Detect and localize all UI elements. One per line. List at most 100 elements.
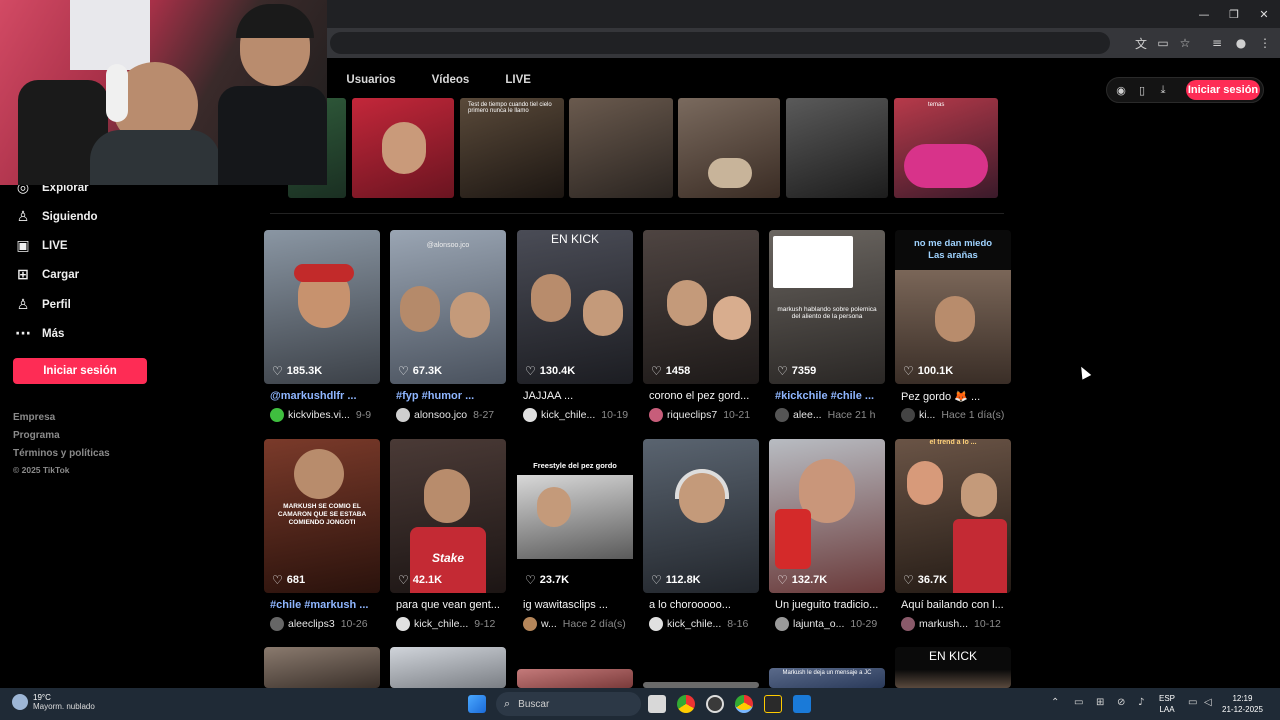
header-login-button[interactable]: Iniciar sesión <box>1186 80 1260 100</box>
restore-icon[interactable]: ❐ <box>1218 0 1250 28</box>
obs-icon[interactable] <box>706 695 724 713</box>
strip-video-thumb[interactable] <box>678 98 780 198</box>
avatar[interactable] <box>775 408 789 422</box>
video-description[interactable]: Un jueguito tradicio... <box>775 599 887 611</box>
minimize-icon[interactable]: — <box>1188 0 1220 28</box>
browser-menu-icon[interactable]: ⋮ <box>1256 34 1274 52</box>
strip-video-thumb[interactable] <box>352 98 454 198</box>
download-icon[interactable]: ⤓ <box>1155 82 1171 98</box>
avatar[interactable] <box>396 617 410 631</box>
video-thumbnail[interactable]: EN KICK <box>517 230 633 384</box>
video-description[interactable]: @markushdlfr ... <box>270 390 382 402</box>
video-thumbnail[interactable] <box>643 439 759 593</box>
username[interactable]: kick_chile... <box>541 409 595 421</box>
username[interactable]: alonsoo.jco <box>414 409 467 421</box>
username[interactable]: w... <box>541 618 557 630</box>
video-thumbnail[interactable]: Markush le deja un mensaje a JC <box>769 668 885 688</box>
profile-avatar-icon[interactable]: ● <box>1232 34 1250 52</box>
username[interactable]: alee... <box>793 409 822 421</box>
video-description[interactable]: para que vean gent... <box>396 599 508 611</box>
avatar[interactable] <box>649 408 663 422</box>
sidebar-login-button[interactable]: Iniciar sesión <box>13 358 147 384</box>
translate-icon[interactable]: 文 <box>1132 34 1150 52</box>
video-thumbnail[interactable]: MARKUSH SE COMIO EL CAMARON QUE SE ESTAB… <box>264 439 380 593</box>
volume-icon[interactable]: ◁ <box>1204 697 1212 708</box>
strip-video-thumb[interactable]: temas <box>894 98 998 198</box>
tab-videos[interactable]: Vídeos <box>432 74 470 96</box>
bookmark-star-icon[interactable]: ☆ <box>1176 34 1194 52</box>
video-thumbnail[interactable] <box>390 647 506 688</box>
video-description[interactable]: Aquí bailando con l... <box>901 599 1013 611</box>
username[interactable]: lajunta_o... <box>793 618 844 630</box>
username[interactable]: kick_chile... <box>414 618 468 630</box>
close-icon[interactable]: ✕ <box>1248 0 1280 28</box>
username[interactable]: ki... <box>919 409 935 421</box>
video-description[interactable]: JAJJAA ... <box>523 390 635 402</box>
chrome-active-icon[interactable] <box>735 695 753 713</box>
video-thumbnail[interactable]: el trend a lo ... <box>895 439 1011 593</box>
video-thumbnail[interactable] <box>517 669 633 688</box>
username[interactable]: aleeclips3 <box>288 618 335 630</box>
video-thumbnail[interactable] <box>264 647 380 688</box>
task-view-icon[interactable] <box>648 695 666 713</box>
video-description[interactable]: #chile #markush ... <box>270 599 382 611</box>
avatar[interactable] <box>649 617 663 631</box>
sidebar-item-more[interactable]: ··· Más <box>12 324 64 344</box>
taskbar-search[interactable]: ⌕ Buscar <box>496 692 641 716</box>
video-description[interactable]: #fyp #humor ... <box>396 390 508 402</box>
video-description[interactable]: corono el pez gord... <box>649 390 761 402</box>
sidebar-item-upload[interactable]: ⊞ Cargar <box>12 265 79 285</box>
video-thumbnail[interactable]: @alonsoo.jco <box>390 230 506 384</box>
weather-widget[interactable]: 19°C Mayorm. nublado <box>12 693 95 711</box>
username[interactable]: kickvibes.vi... <box>288 409 350 421</box>
video-thumbnail[interactable]: Stake <box>390 439 506 593</box>
video-description[interactable]: #kickchile #chile ... <box>775 390 887 402</box>
device-icon[interactable]: ▯ <box>1134 82 1150 98</box>
windows-start-icon[interactable] <box>468 695 486 713</box>
video-thumbnail[interactable]: markush hablando sobre polemica del alie… <box>769 230 885 384</box>
avatar[interactable] <box>523 617 537 631</box>
address-bar[interactable] <box>330 32 1110 54</box>
username[interactable]: riqueclips7 <box>667 409 717 421</box>
coin-icon[interactable]: ◉ <box>1113 82 1129 98</box>
tab-live[interactable]: LIVE <box>505 74 531 96</box>
chrome-icon[interactable] <box>677 695 695 713</box>
video-thumbnail[interactable]: Freestyle del pez gordo <box>517 439 633 593</box>
avatar[interactable] <box>901 617 915 631</box>
username[interactable]: kick_chile... <box>667 618 721 630</box>
avatar[interactable] <box>775 617 789 631</box>
video-thumbnail[interactable]: EN KICK <box>895 647 1011 688</box>
video-thumbnail[interactable] <box>264 230 380 384</box>
media-control-icon[interactable]: ≡ <box>1208 34 1226 52</box>
video-description[interactable]: a lo chorooooo... <box>649 599 761 611</box>
video-description[interactable]: ig wawitasclips ... <box>523 599 635 611</box>
video-thumbnail[interactable] <box>769 439 885 593</box>
language-indicator[interactable]: ESP LAA <box>1159 693 1175 715</box>
sidebar-item-following[interactable]: ♙ Siguiendo <box>12 207 98 227</box>
strip-video-thumb[interactable] <box>786 98 888 198</box>
footer-link-company[interactable]: Empresa <box>13 412 55 423</box>
strip-video-thumb[interactable]: Test de tiempo cuando tiel cielo primero… <box>460 98 564 198</box>
video-thumbnail[interactable]: no me dan miedo Las arañas <box>895 230 1011 384</box>
avatar[interactable] <box>901 408 915 422</box>
tab-users[interactable]: Usuarios <box>346 74 395 96</box>
footer-link-program[interactable]: Programa <box>13 430 60 441</box>
video-description[interactable]: Pez gordo 🦊 ... <box>901 390 1013 403</box>
tray-chevron-icon[interactable]: ⌃ <box>1051 697 1059 708</box>
sidebar-item-profile[interactable]: ♙ Perfil <box>12 295 71 315</box>
avatar[interactable] <box>396 408 410 422</box>
footer-link-terms[interactable]: Términos y políticas <box>13 448 110 459</box>
video-thumbnail[interactable] <box>643 230 759 384</box>
app-icon[interactable] <box>764 695 782 713</box>
tray-grid-icon[interactable]: ⊞ <box>1096 697 1104 708</box>
clock[interactable]: 12:19 21-12-2025 <box>1222 693 1263 715</box>
microphone-icon[interactable]: ♪ <box>1138 697 1144 708</box>
notepad-icon[interactable] <box>793 695 811 713</box>
strip-video-thumb[interactable] <box>569 98 673 198</box>
username[interactable]: markush... <box>919 618 968 630</box>
monitor-icon[interactable]: ▭ <box>1188 697 1197 708</box>
avatar[interactable] <box>270 617 284 631</box>
cast-icon[interactable]: ▭ <box>1154 34 1172 52</box>
tray-nowifi-icon[interactable]: ⊘ <box>1117 697 1125 708</box>
avatar[interactable] <box>270 408 284 422</box>
